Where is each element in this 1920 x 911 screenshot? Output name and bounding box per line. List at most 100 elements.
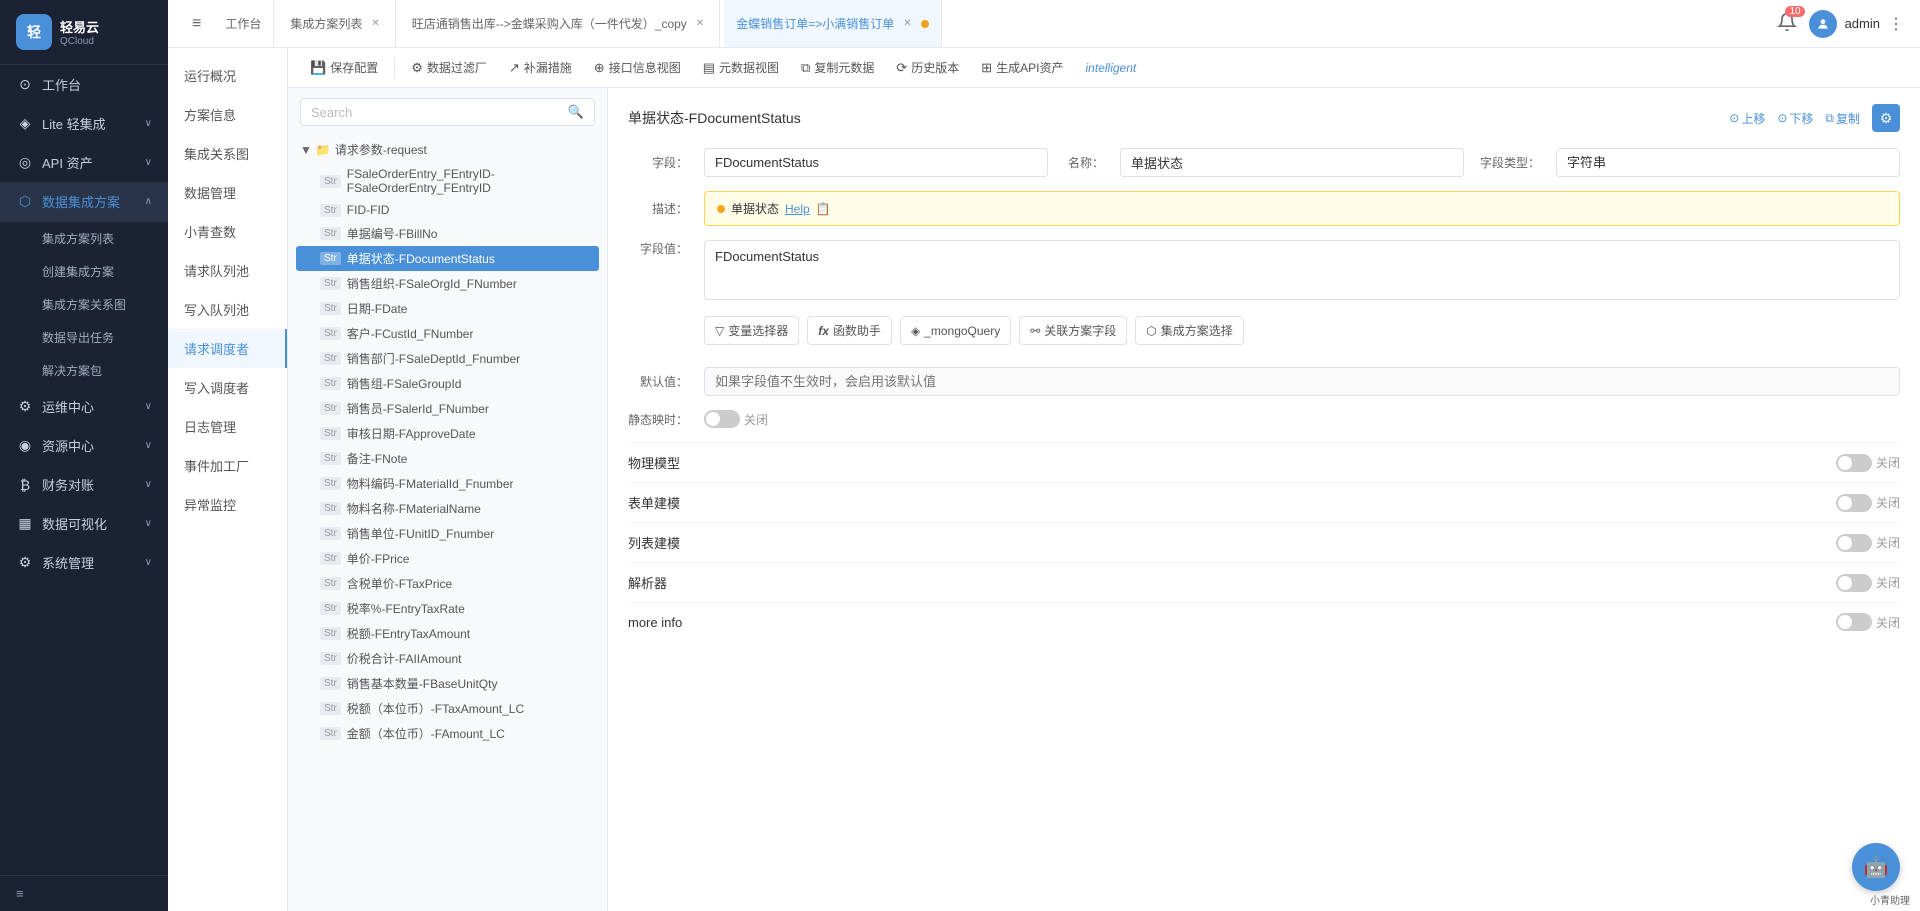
sidebar-item-workbench[interactable]: ⊙ 工作台 xyxy=(0,65,168,104)
tree-item-FAmount-LC[interactable]: Str 金额（本位币）-FAmount_LC xyxy=(296,721,599,746)
nav-item-write-dispatcher[interactable]: 写入调度者 xyxy=(168,368,287,407)
tree-item-FDocumentStatus[interactable]: Str 单据状态-FDocumentStatus xyxy=(296,246,599,271)
tree-item-FID[interactable]: Str FID-FID xyxy=(296,199,599,221)
nav-item-plan-info[interactable]: 方案信息 xyxy=(168,95,287,134)
tree-item-FSaleGroupId[interactable]: Str 销售组-FSaleGroupId xyxy=(296,371,599,396)
down-action[interactable]: ⊙ 下移 xyxy=(1777,110,1813,127)
sidebar-item-data-integration[interactable]: ⬡ 数据集成方案 ∧ xyxy=(0,182,168,221)
tree-item-FSaleOrgId[interactable]: Str 销售组织-FSaleOrgId_FNumber xyxy=(296,271,599,296)
sidebar-item-solution-package[interactable]: 解决方案包 xyxy=(0,354,168,387)
tree-folder[interactable]: ▼ 📁 请求参数-request xyxy=(296,136,599,163)
nav-item-write-queue[interactable]: 写入队列池 xyxy=(168,290,287,329)
toggle-form[interactable]: 关闭 xyxy=(1836,494,1900,512)
sidebar-item-api[interactable]: ◎ API 资产 ∨ xyxy=(0,143,168,182)
field-type-select[interactable]: 字符串 数字 布尔 xyxy=(1556,148,1900,177)
api-info-button[interactable]: ⊕ 接口信息视图 xyxy=(584,54,691,81)
notification-button[interactable]: 10 xyxy=(1773,8,1801,39)
tab-close-integration-list[interactable]: ✕ xyxy=(368,17,382,30)
tab-close-wangdian[interactable]: ✕ xyxy=(693,17,707,30)
sidebar-item-data-viz[interactable]: ▦ 数据可视化 ∨ xyxy=(0,504,168,543)
toggle-switch-static[interactable] xyxy=(704,410,740,428)
tree-item-FBillNo[interactable]: Str 单据编号-FBillNo xyxy=(296,221,599,246)
tree-item-FEntryTaxRate[interactable]: Str 税率%-FEntryTaxRate xyxy=(296,596,599,621)
tree-item-FBaseUnitQty[interactable]: Str 销售基本数量-FBaseUnitQty xyxy=(296,671,599,696)
tab-close-jindi[interactable]: ✕ xyxy=(900,17,914,30)
toggle-parser[interactable]: 关闭 xyxy=(1836,574,1900,592)
user-avatar[interactable] xyxy=(1809,10,1837,38)
sidebar-item-data-export[interactable]: 数据导出任务 xyxy=(0,321,168,354)
tab-workbench[interactable]: 工作台 xyxy=(213,0,274,47)
nav-item-data-mgmt[interactable]: 数据管理 xyxy=(168,173,287,212)
tab-jindi[interactable]: 金蝶销售订单=>小满销售订单 ✕ xyxy=(724,0,941,47)
tree-item-FSaleDeptId[interactable]: Str 销售部门-FSaleDeptId_Fnumber xyxy=(296,346,599,371)
gear-settings-button[interactable]: ⚙ xyxy=(1872,104,1900,132)
var-selector-button[interactable]: ▽ 变量选择器 xyxy=(704,316,799,345)
tree-item-FSalerId[interactable]: Str 销售员-FSalerId_FNumber xyxy=(296,396,599,421)
sidebar-item-system[interactable]: ⚙ 系统管理 ∨ xyxy=(0,543,168,582)
toggle-more[interactable]: 关闭 xyxy=(1836,613,1900,631)
tree-item-FUnitId[interactable]: Str 销售单位-FUnitID_Fnumber xyxy=(296,521,599,546)
nav-item-request-dispatcher[interactable]: 请求调度者 xyxy=(168,329,287,368)
nav-item-request-queue[interactable]: 请求队列池 xyxy=(168,251,287,290)
sidebar-expand-icon[interactable]: ≡ xyxy=(16,886,24,901)
sidebar-item-finance[interactable]: ₿ 财务对账 ∨ xyxy=(0,465,168,504)
sidebar-item-integration-relation[interactable]: 集成方案关系图 xyxy=(0,288,168,321)
sidebar-logo[interactable]: 轻 轻易云 QCloud xyxy=(0,0,168,65)
gen-api-button[interactable]: ⊞ 生成API资产 xyxy=(971,54,1073,81)
nav-item-xiao-query[interactable]: 小青查数 xyxy=(168,212,287,251)
sidebar-item-create-integration[interactable]: 创建集成方案 xyxy=(0,255,168,288)
nav-item-integration-view[interactable]: 集成关系图 xyxy=(168,134,287,173)
sidebar-item-ops[interactable]: ⚙ 运维中心 ∨ xyxy=(0,387,168,426)
toggle-list[interactable]: 关闭 xyxy=(1836,534,1900,552)
tree-item-FTaxAmount-LC[interactable]: Str 税额（本位币）-FTaxAmount_LC xyxy=(296,696,599,721)
link-field-button[interactable]: ⚯ 关联方案字段 xyxy=(1019,316,1127,345)
field-value-area[interactable]: FDocumentStatus xyxy=(704,240,1900,300)
desc-edit-icon[interactable]: 📋 xyxy=(816,202,831,216)
meta-view-button[interactable]: ▤ 元数据视图 xyxy=(693,54,789,81)
copy-meta-button[interactable]: ⧉ 复制元数据 xyxy=(791,54,884,81)
assistant-bot[interactable]: 🤖 xyxy=(1852,843,1900,891)
tree-item-FNote[interactable]: Str 备注-FNote xyxy=(296,446,599,471)
intelligent-button[interactable]: intelligent xyxy=(1076,56,1147,80)
menu-icon[interactable]: ≡ xyxy=(184,11,209,37)
tab-integration-list[interactable]: 集成方案列表 ✕ xyxy=(278,0,395,47)
toggle-physical[interactable]: 关闭 xyxy=(1836,454,1900,472)
tab-wangdian[interactable]: 旺店通销售出库-->金蝶采购入库（一件代发）_copy ✕ xyxy=(400,0,720,47)
toggle-label-static: 关闭 xyxy=(744,411,768,428)
tree-item-FApproveDate[interactable]: Str 审核日期-FApproveDate xyxy=(296,421,599,446)
sidebar-item-lite[interactable]: ◈ Lite 轻集成 ∨ xyxy=(0,104,168,143)
sidebar-item-resources[interactable]: ◉ 资源中心 ∨ xyxy=(0,426,168,465)
sidebar-item-integration-list[interactable]: 集成方案列表 xyxy=(0,222,168,255)
tree-item-FTaxPrice[interactable]: Str 含税单价-FTaxPrice xyxy=(296,571,599,596)
data-filter-button[interactable]: ⚙ 数据过滤厂 xyxy=(401,54,497,81)
static-map-toggle[interactable]: 关闭 xyxy=(704,410,768,428)
field-name-input[interactable] xyxy=(1120,148,1464,177)
fill-missing-button[interactable]: ↗ 补漏措施 xyxy=(499,54,582,81)
tree-item-FDate[interactable]: Str 日期-FDate xyxy=(296,296,599,321)
help-link[interactable]: Help xyxy=(785,202,810,216)
default-value-input[interactable] xyxy=(704,367,1900,396)
copy-action[interactable]: ⧉ 复制 xyxy=(1825,110,1860,127)
mongo-query-button[interactable]: ◈ _mongoQuery xyxy=(900,316,1011,345)
nav-item-event-factory[interactable]: 事件加工厂 xyxy=(168,446,287,485)
tree-item-FMaterialId[interactable]: Str 物料编码-FMaterialId_Fnumber xyxy=(296,471,599,496)
field-id-input[interactable] xyxy=(704,148,1048,177)
tree-item-FEntryTaxAmount[interactable]: Str 税额-FEntryTaxAmount xyxy=(296,621,599,646)
history-button[interactable]: ⟳ 历史版本 xyxy=(886,54,969,81)
search-input-wrap[interactable]: 🔍 xyxy=(300,98,595,126)
more-icon[interactable]: ⋮ xyxy=(1888,14,1904,34)
tree-item-FAIIAmount[interactable]: Str 价税合计-FAIIAmount xyxy=(296,646,599,671)
save-config-button[interactable]: 💾 保存配置 xyxy=(300,54,388,81)
tree-item-FCustId[interactable]: Str 客户-FCustId_FNumber xyxy=(296,321,599,346)
up-action[interactable]: ⊙ 上移 xyxy=(1729,110,1765,127)
func-helper-button[interactable]: fx 函数助手 xyxy=(807,316,892,345)
nav-item-overview[interactable]: 运行概况 xyxy=(168,56,287,95)
integration-select-button[interactable]: ⬡ 集成方案选择 xyxy=(1135,316,1244,345)
nav-item-anomaly-monitor[interactable]: 异常监控 xyxy=(168,485,287,524)
nav-item-log-mgmt[interactable]: 日志管理 xyxy=(168,407,287,446)
tree-item-FPrice[interactable]: Str 单价-FPrice xyxy=(296,546,599,571)
search-input[interactable] xyxy=(311,105,562,120)
tree-item-FSaleOrderEntry[interactable]: Str FSaleOrderEntry_FEntryID-FSaleOrderE… xyxy=(296,163,599,199)
tree-item-FMaterialName[interactable]: Str 物料名称-FMaterialName xyxy=(296,496,599,521)
user-name[interactable]: admin xyxy=(1845,16,1880,31)
